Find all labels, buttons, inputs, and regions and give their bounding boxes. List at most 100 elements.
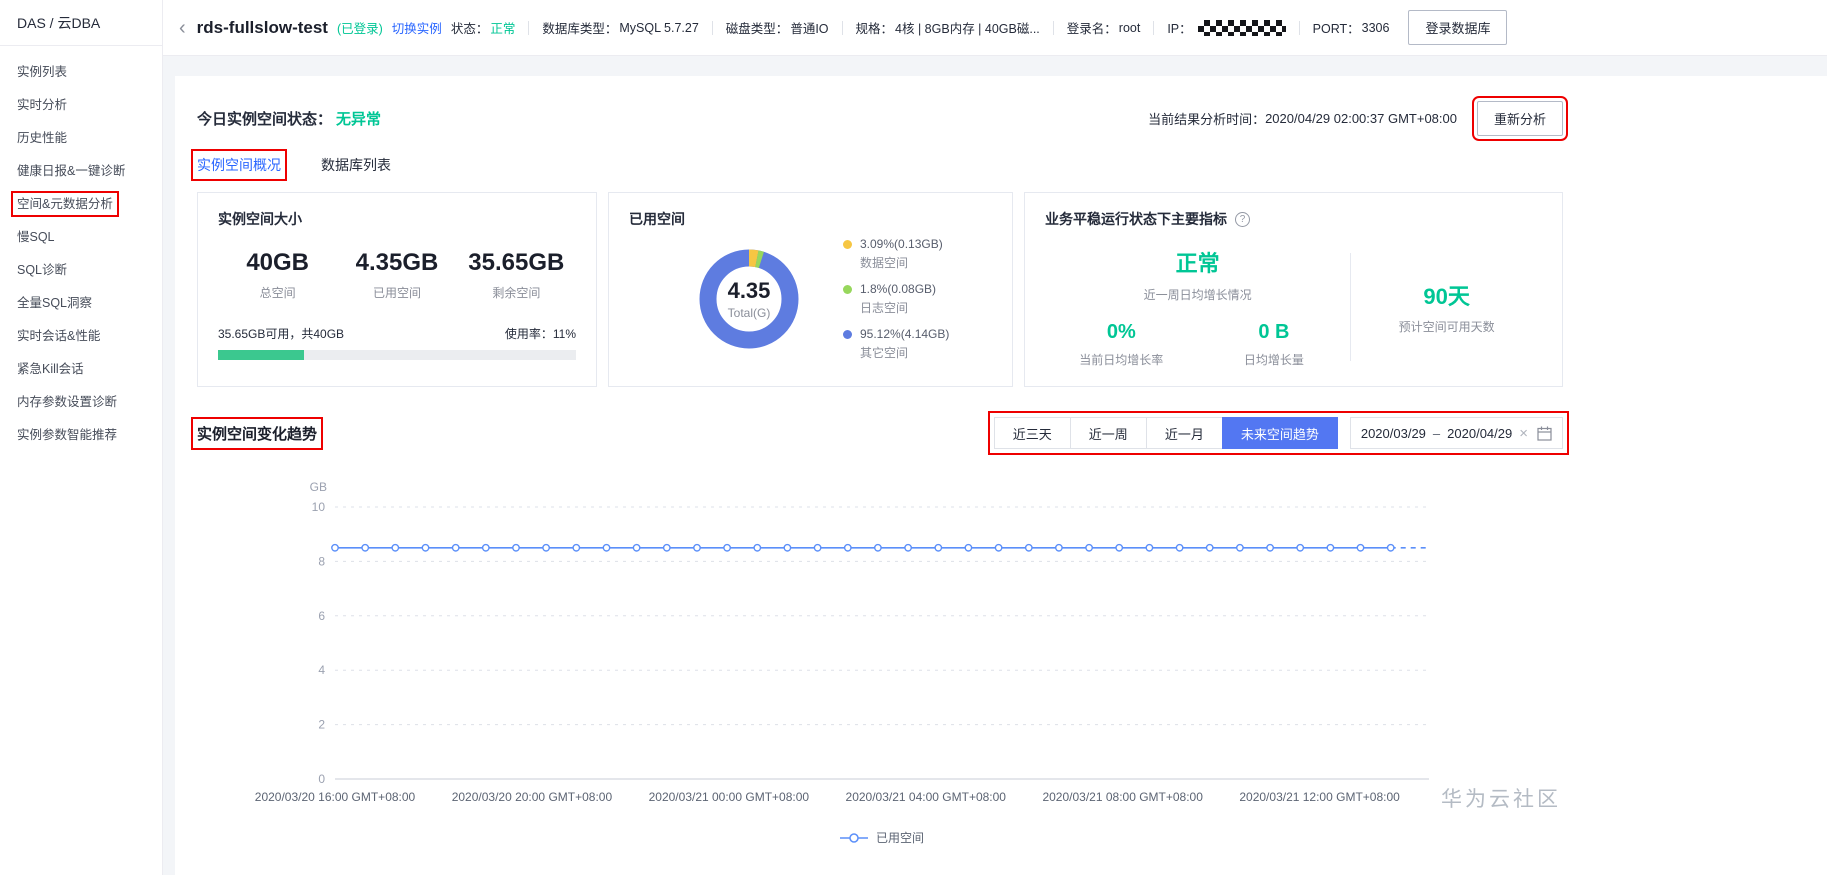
sidebar-item-emergency-kill-session[interactable]: 紧急Kill会话 bbox=[0, 353, 162, 386]
range-future-trend-button[interactable]: 未来空间趋势 bbox=[1221, 417, 1338, 449]
reanalyze-button[interactable]: 重新分析 bbox=[1471, 95, 1569, 141]
legend-dot-icon bbox=[843, 240, 852, 249]
key-metrics-card: 业务平稳运行状态下主要指标 ? 正常 近一周日均增长情况 0% 当前日均增长率 bbox=[1024, 192, 1563, 387]
db-type-label: 数据库类型： bbox=[542, 22, 618, 36]
port-field: PORT： 3306 bbox=[1313, 18, 1390, 37]
card-title: 业务平稳运行状态下主要指标 bbox=[1045, 211, 1227, 227]
usage-rate-text: 使用率：11% bbox=[504, 327, 576, 341]
growth-values-row: 0% 当前日均增长率 0 B 日均增长量 bbox=[1045, 321, 1350, 368]
growth-rate-metric: 0% 当前日均增长率 bbox=[1045, 321, 1198, 368]
sidebar-item-label: SQL诊断 bbox=[17, 263, 68, 277]
range-last-month-button[interactable]: 近一月 bbox=[1145, 417, 1223, 449]
growth-amount-metric: 0 B 日均增长量 bbox=[1198, 321, 1351, 368]
sidebar-item-health-report-diagnosis[interactable]: 健康日报&一键诊断 bbox=[0, 155, 162, 188]
growth-amount-value: 0 B bbox=[1258, 321, 1290, 343]
breadcrumb[interactable]: DAS / 云DBA bbox=[0, 0, 162, 46]
sidebar-item-history-performance[interactable]: 历史性能 bbox=[0, 122, 162, 155]
stat-value: 40GB bbox=[246, 249, 310, 276]
ip-redacted-mask bbox=[1197, 19, 1286, 36]
status-value: 正常 bbox=[490, 22, 516, 36]
card-title-row: 业务平稳运行状态下主要指标 ? bbox=[1045, 209, 1542, 229]
help-icon[interactable]: ? bbox=[1235, 211, 1250, 227]
legend-item-other-space[interactable]: 95.12%(4.14GB) 其它空间 bbox=[843, 327, 949, 361]
range-last-3-days-button[interactable]: 近三天 bbox=[993, 417, 1071, 449]
svg-text:2020/03/20 16:00 GMT+08:00: 2020/03/20 16:00 GMT+08:00 bbox=[255, 790, 416, 804]
trend-section-title: 实例空间变化趋势 bbox=[190, 416, 324, 450]
chart-legend[interactable]: 已用空间 bbox=[335, 829, 1429, 846]
status-label: 状态： bbox=[450, 22, 489, 36]
login-status-badge: (已登录) bbox=[336, 22, 383, 36]
metrics-body: 正常 近一周日均增长情况 0% 当前日均增长率 0 B 日均增长量 90天 预计… bbox=[1045, 243, 1542, 371]
sidebar-item-label: 实例列表 bbox=[17, 65, 68, 79]
legend-item-data-space[interactable]: 3.09%(0.13GB) 数据空间 bbox=[843, 237, 949, 271]
sidebar-item-label: 实例参数智能推荐 bbox=[17, 428, 118, 442]
date-end: 2020/04/29 bbox=[1447, 425, 1513, 441]
svg-text:0: 0 bbox=[318, 772, 325, 786]
available-days-value: 90天 bbox=[1423, 284, 1470, 309]
divider bbox=[528, 20, 530, 35]
date-range-picker[interactable]: 2020/03/29 – 2020/04/29 × bbox=[1349, 417, 1563, 449]
date-start: 2020/03/29 bbox=[1360, 425, 1426, 441]
sidebar-item-label: 健康日报&一键诊断 bbox=[17, 164, 126, 178]
chart-legend-label: 已用空间 bbox=[875, 831, 924, 845]
svg-text:2020/03/21 04:00 GMT+08:00: 2020/03/21 04:00 GMT+08:00 bbox=[846, 790, 1007, 804]
used-space-donut-chart[interactable] bbox=[689, 239, 809, 359]
range-button-group: 近三天 近一周 近一月 未来空间趋势 bbox=[993, 417, 1338, 449]
login-database-button[interactable]: 登录数据库 bbox=[1408, 10, 1508, 45]
card-title: 实例空间大小 bbox=[218, 211, 302, 227]
main-content: 今日实例空间状态： 无异常 当前结果分析时间： 2020/04/29 02:00:… bbox=[163, 56, 1827, 875]
sidebar-item-memory-param-diagnosis[interactable]: 内存参数设置诊断 bbox=[0, 386, 162, 419]
space-trend-line-chart[interactable]: 0 2 4 6 8 10 GB 2020/03/20 16:00 GMT+08:00 2020/… bbox=[197, 463, 1563, 823]
switch-instance-link[interactable]: 切换实例 bbox=[392, 18, 442, 37]
login-name-value: root bbox=[1118, 20, 1141, 35]
used-space-card: 已用空间 4.35 Total(G) 3.09%(0.13GB) 数据空间 1.… bbox=[608, 192, 1013, 387]
tab-instance-space-overview[interactable]: 实例空间概况 bbox=[191, 149, 287, 181]
db-type-value: MySQL 5.7.27 bbox=[619, 20, 699, 35]
stat-label: 已用空间 bbox=[372, 286, 421, 300]
usage-progress-bar bbox=[218, 350, 576, 360]
growth-metrics: 正常 近一周日均增长情况 0% 当前日均增长率 0 B 日均增长量 bbox=[1045, 243, 1350, 371]
sidebar-item-instance-list[interactable]: 实例列表 bbox=[0, 56, 162, 89]
today-status-label: 今日实例空间状态： bbox=[197, 110, 333, 128]
svg-text:GB: GB bbox=[310, 480, 327, 494]
sidebar-item-realtime-session-performance[interactable]: 实时会话&性能 bbox=[0, 320, 162, 353]
clear-date-icon[interactable]: × bbox=[1519, 426, 1528, 441]
summary-cards: 实例空间大小 40GB 总空间 4.35GB 已用空间 35.65GB 剩余空间 bbox=[197, 192, 1563, 387]
spec-value: 4核 | 8GB内存 | 40GB磁... bbox=[895, 22, 1040, 36]
sidebar-item-label: 空间&元数据分析 bbox=[11, 191, 119, 217]
legend-percent: 1.8%(0.08GB) bbox=[860, 282, 937, 296]
space-stats: 40GB 总空间 4.35GB 已用空间 35.65GB 剩余空间 bbox=[218, 249, 576, 301]
svg-text:2020/03/21 12:00 GMT+08:00: 2020/03/21 12:00 GMT+08:00 bbox=[1239, 790, 1400, 804]
range-last-week-button[interactable]: 近一周 bbox=[1069, 417, 1147, 449]
back-icon[interactable]: ‹ bbox=[179, 18, 186, 38]
legend-label: 数据空间 bbox=[860, 256, 909, 270]
svg-text:4: 4 bbox=[318, 663, 325, 677]
stat-label: 剩余空间 bbox=[492, 286, 541, 300]
instance-title: rds-fullslow-test bbox=[196, 17, 328, 37]
calendar-icon[interactable] bbox=[1537, 426, 1552, 441]
growth-amount-label: 日均增长量 bbox=[1243, 353, 1304, 367]
sidebar-item-label: 历史性能 bbox=[17, 131, 68, 145]
growth-rate-value: 0% bbox=[1106, 321, 1136, 343]
sidebar-item-realtime-analysis[interactable]: 实时分析 bbox=[0, 89, 162, 122]
sidebar-item-param-smart-recommendation[interactable]: 实例参数智能推荐 bbox=[0, 419, 162, 452]
sidebar-item-slow-sql[interactable]: 慢SQL bbox=[0, 221, 162, 254]
ip-field: IP： bbox=[1167, 18, 1286, 37]
tab-database-list[interactable]: 数据库列表 bbox=[321, 155, 391, 175]
legend-text: 95.12%(4.14GB) 其它空间 bbox=[860, 327, 949, 361]
tab-bar: 实例空间概况 数据库列表 bbox=[191, 149, 1563, 181]
sidebar-item-sql-diagnosis[interactable]: SQL诊断 bbox=[0, 254, 162, 287]
analysis-time-label: 当前结果分析时间： bbox=[1148, 111, 1266, 127]
card-title: 已用空间 bbox=[629, 211, 685, 227]
analysis-time-area: 当前结果分析时间： 2020/04/29 02:00:37 GMT+08:00 … bbox=[1148, 95, 1569, 141]
growth-rate-label: 当前日均增长率 bbox=[1079, 353, 1164, 367]
sidebar-item-space-metadata-analysis[interactable]: 空间&元数据分析 bbox=[0, 188, 162, 221]
legend-text: 1.8%(0.08GB) 日志空间 bbox=[860, 282, 936, 316]
svg-text:10: 10 bbox=[312, 500, 326, 514]
spec-label: 规格： bbox=[855, 22, 894, 36]
today-status-row: 今日实例空间状态： 无异常 当前结果分析时间： 2020/04/29 02:00:… bbox=[197, 95, 1569, 141]
instance-space-size-card: 实例空间大小 40GB 总空间 4.35GB 已用空间 35.65GB 剩余空间 bbox=[197, 192, 597, 387]
legend-item-log-space[interactable]: 1.8%(0.08GB) 日志空间 bbox=[843, 282, 949, 316]
available-days-metric: 90天 预计空间可用天数 bbox=[1351, 243, 1542, 371]
sidebar-item-full-sql-insight[interactable]: 全量SQL洞察 bbox=[0, 287, 162, 320]
